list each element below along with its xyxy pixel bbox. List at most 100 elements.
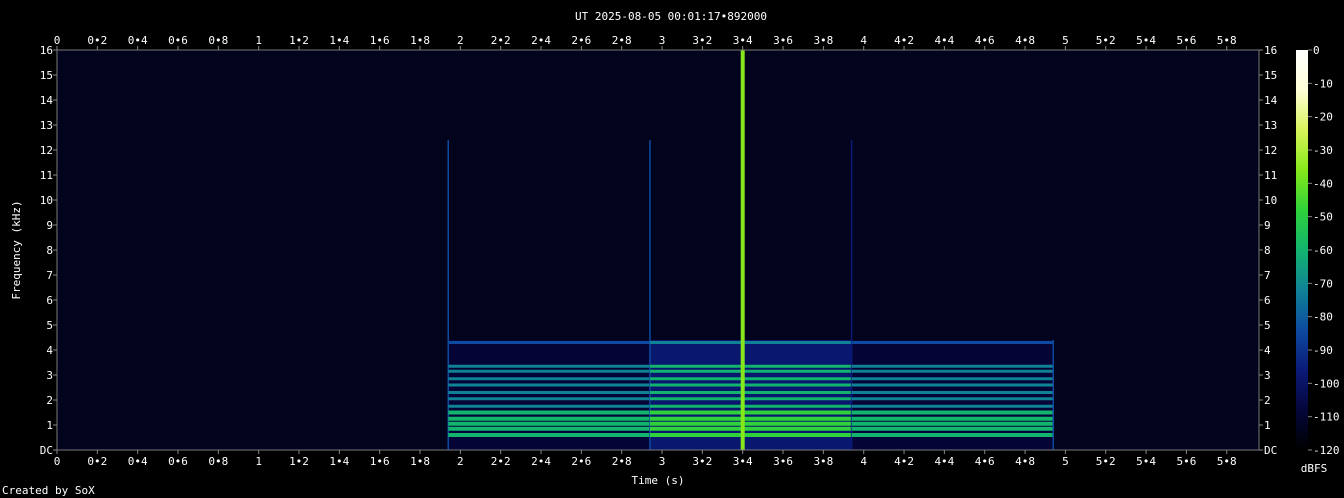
x-tick-label-bottom: 4•8: [1015, 455, 1035, 468]
x-tick-label-top: 2•2: [491, 34, 511, 47]
y-tick-label-left: 6: [46, 294, 53, 307]
x-tick-label-top: 1•8: [410, 34, 430, 47]
x-tick-label-bottom: 1•6: [370, 455, 390, 468]
x-tick-label-top: 4•8: [1015, 34, 1035, 47]
x-tick-label-top: 2•8: [612, 34, 632, 47]
x-tick-label-bottom: 5•6: [1176, 455, 1196, 468]
x-tick-label-bottom: 0•2: [87, 455, 107, 468]
colorbar: [1296, 50, 1308, 450]
x-tick-label-bottom: 1•4: [329, 455, 349, 468]
x-tick-label-bottom: 5: [1062, 455, 1069, 468]
y-tick-label-left: 10: [40, 194, 53, 207]
y-tick-label-left: 3: [46, 369, 53, 382]
y-tick-label-right: 16: [1264, 44, 1277, 57]
y-tick-label-right: 10: [1264, 194, 1277, 207]
x-tick-label-bottom: 0•8: [208, 455, 228, 468]
colorbar-tick-label: -90: [1313, 344, 1333, 357]
y-tick-label-left: 7: [46, 269, 53, 282]
colorbar-tick-label: -40: [1313, 177, 1333, 190]
colorbar-tick-label: -50: [1313, 211, 1333, 224]
y-tick-label-left: 5: [46, 319, 53, 332]
plot-area: [57, 50, 1259, 450]
x-tick-label-bottom: 0•6: [168, 455, 188, 468]
x-tick-label-top: 5: [1062, 34, 1069, 47]
x-tick-label-bottom: 5•8: [1217, 455, 1237, 468]
x-tick-label-top: 5•6: [1176, 34, 1196, 47]
y-tick-label-right: 5: [1264, 319, 1271, 332]
x-tick-label-top: 5•2: [1096, 34, 1116, 47]
x-tick-label-top: 2: [457, 34, 464, 47]
x-tick-label-top: 4•4: [934, 34, 954, 47]
x-axis-label: Time (s): [632, 474, 685, 487]
y-tick-label-left: 14: [40, 94, 54, 107]
y-tick-label-left: 9: [46, 219, 53, 232]
footer-credit: Created by SoX: [2, 484, 95, 497]
x-tick-label-top: 1•6: [370, 34, 390, 47]
y-tick-label-right: 3: [1264, 369, 1271, 382]
x-tick-label-top: 0•2: [87, 34, 107, 47]
x-tick-label-bottom: 1: [255, 455, 262, 468]
x-tick-label-bottom: 3: [659, 455, 666, 468]
x-tick-label-top: 4: [860, 34, 867, 47]
colorbar-tick-label: -80: [1313, 311, 1333, 324]
y-tick-label-left: 8: [46, 244, 53, 257]
x-tick-label-top: 3•4: [733, 34, 753, 47]
x-tick-label-top: 2•6: [571, 34, 591, 47]
colorbar-tick-label: -110: [1313, 411, 1340, 424]
x-tick-label-top: 1•4: [329, 34, 349, 47]
x-tick-label-bottom: 1•2: [289, 455, 309, 468]
y-tick-label-right: 13: [1264, 119, 1277, 132]
colorbar-tick-label: -60: [1313, 244, 1333, 257]
y-tick-label-right: 2: [1264, 394, 1271, 407]
x-tick-label-top: 0: [54, 34, 61, 47]
colorbar-tick-label: -30: [1313, 144, 1333, 157]
x-tick-label-bottom: 1•8: [410, 455, 430, 468]
y-tick-label-left: 11: [40, 169, 53, 182]
x-tick-label-bottom: 5•4: [1136, 455, 1156, 468]
x-tick-label-top: 3: [659, 34, 666, 47]
x-tick-label-bottom: 0: [54, 455, 61, 468]
y-tick-label-right: DC: [1264, 444, 1277, 457]
y-tick-label-left: 4: [46, 344, 53, 357]
y-tick-label-left: 2: [46, 394, 53, 407]
x-tick-label-top: 0•8: [208, 34, 228, 47]
y-tick-label-right: 4: [1264, 344, 1271, 357]
y-tick-label-right: 11: [1264, 169, 1277, 182]
y-tick-label-left: DC: [40, 444, 53, 457]
x-tick-label-top: 0•6: [168, 34, 188, 47]
x-tick-label-bottom: 2: [457, 455, 464, 468]
y-tick-label-left: 15: [40, 69, 53, 82]
y-tick-label-right: 9: [1264, 219, 1271, 232]
colorbar-tick-label: 0: [1313, 44, 1320, 57]
colorbar-tick-label: -70: [1313, 277, 1333, 290]
x-tick-label-bottom: 4•4: [934, 455, 954, 468]
y-tick-label-right: 14: [1264, 94, 1278, 107]
x-tick-label-top: 5•8: [1217, 34, 1237, 47]
x-tick-label-bottom: 3•2: [692, 455, 712, 468]
x-tick-label-bottom: 3•6: [773, 455, 793, 468]
y-tick-label-right: 7: [1264, 269, 1271, 282]
impulse-line: [740, 50, 745, 450]
x-tick-label-bottom: 3•8: [813, 455, 833, 468]
y-tick-label-left: 12: [40, 144, 53, 157]
x-tick-label-top: 3•6: [773, 34, 793, 47]
x-tick-label-top: 3•2: [692, 34, 712, 47]
colorbar-tick-label: -120: [1313, 444, 1340, 457]
x-tick-label-top: 1: [255, 34, 262, 47]
x-tick-label-top: 0•4: [128, 34, 148, 47]
x-tick-label-top: 3•8: [813, 34, 833, 47]
x-tick-label-bottom: 0•4: [128, 455, 148, 468]
x-tick-label-top: 4•6: [975, 34, 995, 47]
y-tick-label-right: 15: [1264, 69, 1277, 82]
x-tick-label-bottom: 2•6: [571, 455, 591, 468]
x-tick-label-top: 4•2: [894, 34, 914, 47]
y-tick-label-right: 1: [1264, 419, 1271, 432]
y-tick-label-left: 1: [46, 419, 53, 432]
y-tick-label-right: 6: [1264, 294, 1271, 307]
spectrogram-chart: UT 2025-08-05 00:01:17•892000 0 0•2 0•4 0•6…: [0, 0, 1344, 498]
x-tick-label-bottom: 5•2: [1096, 455, 1116, 468]
y-axis-label: Frequency (kHz): [10, 200, 23, 299]
x-tick-label-bottom: 4•2: [894, 455, 914, 468]
x-tick-label-bottom: 2•8: [612, 455, 632, 468]
x-tick-label-bottom: 4: [860, 455, 867, 468]
